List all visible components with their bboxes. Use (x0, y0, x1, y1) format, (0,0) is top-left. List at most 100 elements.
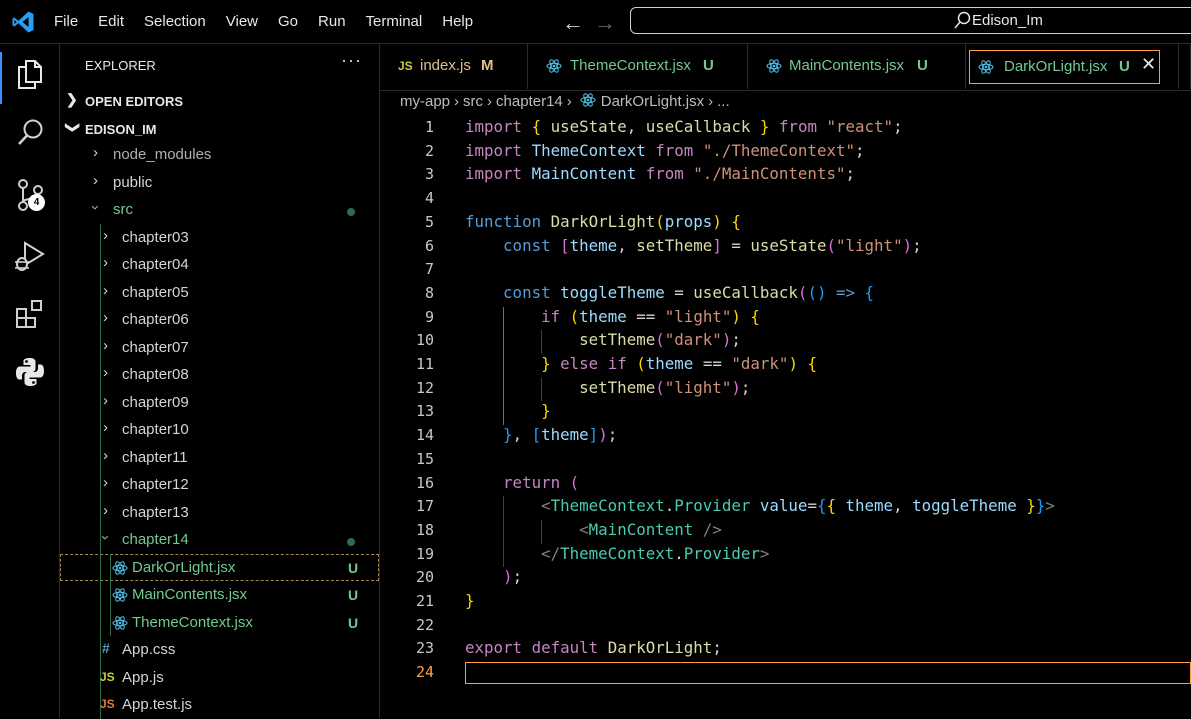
react-icon (546, 59, 562, 73)
code-line: function DarkOrLight(props) { (465, 211, 741, 231)
run-debug-activity[interactable] (0, 232, 59, 282)
tree-item-app-css[interactable]: # App.css (60, 636, 379, 664)
code-line: } (541, 401, 551, 421)
tab-status: U (1119, 58, 1130, 75)
tab-status: U (917, 57, 928, 74)
tree-item-label: App.test.js (122, 696, 193, 713)
editor-tab-bar: JS index.js M ThemeContext.jsx U MainCon… (380, 44, 1191, 91)
project-section[interactable]: ❯ EDISON_IM (60, 118, 379, 142)
indent-guide (100, 553, 101, 581)
tree-item-node-modules[interactable]: › node_modules (60, 141, 379, 169)
js-icon: JS (100, 669, 115, 684)
tree-item-chapter07[interactable]: › chapter07 (60, 333, 379, 361)
tab-label: ThemeContext.jsx (570, 57, 691, 74)
forward-arrow-icon[interactable]: → (594, 10, 616, 35)
indent-guide (100, 223, 101, 251)
python-activity[interactable] (0, 348, 59, 398)
menu-terminal[interactable]: Terminal (366, 13, 423, 30)
project-label: EDISON_IM (85, 122, 157, 137)
menu-go[interactable]: Go (278, 13, 298, 30)
line-number: 24 (415, 663, 434, 682)
breadcrumb-item[interactable]: ... (717, 93, 730, 110)
tree-item-public[interactable]: › public (60, 169, 379, 197)
indent-guide (100, 306, 101, 334)
line-number: 23 (415, 639, 434, 658)
tree-item-themecontext[interactable]: ThemeContext.jsx U (60, 608, 379, 636)
indent-guide (503, 496, 505, 568)
tab-status: M (481, 57, 494, 74)
line-number: 6 (424, 236, 434, 255)
open-editors-section[interactable]: ❯ OPEN EDITORS (60, 90, 379, 114)
tree-item-label: chapter06 (122, 311, 189, 328)
tree-item-app-js[interactable]: JS App.js (60, 663, 379, 691)
vscode-logo-icon[interactable] (11, 10, 35, 34)
indent-guide (110, 608, 111, 636)
tree-item-label: public (113, 173, 153, 191)
breadcrumb-item[interactable]: chapter14 (496, 93, 563, 110)
code-editor[interactable]: 1 2 3 4 5 6 7 8 9 10 11 12 13 14 15 16 17 18 19 20 21 22 23 24 … (380, 114, 1191, 718)
code-line: }, [theme]); (503, 425, 618, 445)
run-debug-icon (15, 241, 45, 271)
tree-item-chapter11[interactable]: › chapter11 (60, 443, 379, 471)
tab-themecontext[interactable]: ThemeContext.jsx U (528, 44, 748, 89)
indent-guide (541, 330, 543, 354)
tree-item-chapter03[interactable]: › chapter03 (60, 223, 379, 251)
tree-item-chapter10[interactable]: › chapter10 (60, 416, 379, 444)
tree-item-chapter08[interactable]: › chapter08 (60, 361, 379, 389)
chevron-right-icon: › (103, 501, 108, 519)
line-number: 4 (424, 189, 434, 208)
tab-status: U (703, 57, 714, 74)
line-number: 12 (415, 378, 434, 397)
menu-file[interactable]: File (54, 13, 78, 30)
current-line-highlight (465, 662, 1191, 684)
line-number: 10 (415, 331, 434, 350)
line-number: 16 (415, 473, 434, 492)
back-arrow-icon[interactable]: ← (562, 10, 584, 35)
extensions-activity[interactable] (0, 290, 59, 340)
tree-item-chapter06[interactable]: › chapter06 (60, 306, 379, 334)
indent-guide (110, 553, 111, 581)
source-control-badge: 4 (28, 194, 45, 211)
chevron-right-icon: › (103, 364, 108, 381)
open-editors-label: OPEN EDITORS (85, 94, 184, 109)
tree-item-label: App.js (122, 668, 164, 686)
line-number: 21 (415, 592, 434, 610)
menu-run[interactable]: Run (318, 13, 346, 30)
search-activity[interactable] (0, 108, 59, 158)
tree-item-darkorlight[interactable]: DarkOrLight.jsx U (60, 553, 379, 581)
indent-guide (100, 333, 101, 361)
line-number: 17 (415, 497, 434, 516)
command-center-search[interactable]: Edison_Im (630, 7, 1191, 34)
tab-darkorlight[interactable]: DarkOrLight.jsx U ✕ (969, 50, 1160, 84)
tree-item-maincontents[interactable]: MainContents.jsx U (60, 581, 379, 609)
tab-index-js[interactable]: JS index.js M (380, 44, 528, 89)
breadcrumb-item[interactable]: src (463, 93, 483, 110)
code-line: <ThemeContext.Provider value={{ theme, t… (541, 496, 1055, 516)
tree-item-src[interactable]: › src (60, 196, 379, 224)
code-line: } (465, 591, 475, 610)
source-control-activity[interactable]: 4 (0, 172, 59, 222)
tab-maincontents[interactable]: MainContents.jsx U (748, 44, 966, 89)
close-tab-icon[interactable]: ✕ (1141, 54, 1156, 75)
tree-item-chapter12[interactable]: › chapter12 (60, 471, 379, 499)
tree-item-chapter14[interactable]: › chapter14 (60, 526, 379, 554)
tree-item-chapter13[interactable]: › chapter13 (60, 498, 379, 526)
explorer-activity[interactable] (0, 48, 59, 104)
menu-view[interactable]: View (226, 13, 258, 30)
breadcrumb-item[interactable]: my-app (400, 93, 450, 110)
tree-item-chapter04[interactable]: › chapter04 (60, 251, 379, 279)
breadcrumb-item[interactable]: DarkOrLight.jsx (601, 93, 704, 110)
indent-guide (541, 377, 543, 402)
tree-item-chapter09[interactable]: › chapter09 (60, 388, 379, 416)
tree-item-chapter05[interactable]: › chapter05 (60, 278, 379, 306)
menu-selection[interactable]: Selection (144, 13, 206, 30)
more-actions-icon[interactable]: ··· (341, 50, 362, 71)
tab-overflow[interactable] (1178, 44, 1191, 89)
menu-help[interactable]: Help (442, 13, 473, 30)
menu-edit[interactable]: Edit (98, 13, 124, 30)
nav-arrows: ← → (562, 10, 626, 36)
line-number: 20 (415, 568, 434, 587)
chevron-right-icon: › (103, 226, 108, 244)
tree-item-app-test-js[interactable]: JS App.test.js (60, 691, 379, 719)
tree-item-label: chapter03 (122, 228, 189, 246)
